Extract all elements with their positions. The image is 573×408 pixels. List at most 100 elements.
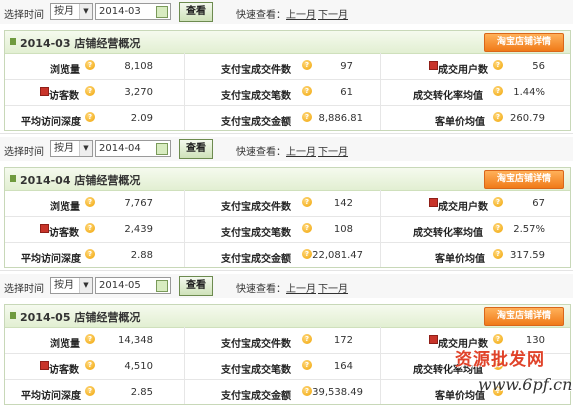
filter-bar: 选择时间 按月 ▼ 2014-03 查看 快速查看： 上一月 下一月 [0, 0, 573, 24]
month-date-input[interactable]: 2014-03 [95, 3, 171, 20]
metrics-row: 浏览量 ? 8,108 支付宝成交件数 ? 97 成交用户数 ? 56 [5, 54, 570, 80]
calendar-icon[interactable] [156, 6, 168, 18]
period-select[interactable]: 按月 ▼ [50, 140, 93, 157]
next-month-link[interactable]: 下一月 [318, 6, 348, 21]
period-select[interactable]: 按月 ▼ [50, 3, 93, 20]
chevron-down-icon[interactable]: ▼ [79, 278, 92, 293]
avg-order-value-value: 260.79 [510, 113, 545, 124]
avg-depth-label: 平均访问深度 [21, 254, 81, 265]
calendar-icon[interactable] [156, 143, 168, 155]
period-select-value: 按月 [54, 143, 74, 154]
paid-items-value: 142 [333, 198, 353, 209]
help-icon[interactable]: ? [85, 86, 95, 96]
visitors-value: 3,270 [124, 87, 153, 98]
chevron-down-icon[interactable]: ▼ [79, 141, 92, 156]
calendar-icon[interactable] [156, 280, 168, 292]
views-label: 浏览量 [50, 65, 80, 76]
help-icon[interactable]: ? [85, 334, 95, 344]
help-icon[interactable]: ? [493, 197, 503, 207]
help-icon[interactable]: ? [85, 249, 95, 259]
metrics-row: 访客数 ? 3,270 支付宝成交笔数 ? 61 成交转化率均值 ? 1.44% [5, 80, 570, 106]
visitors-value: 2,439 [124, 224, 153, 235]
avg-depth-label: 平均访问深度 [21, 117, 81, 128]
paid-orders-value: 164 [333, 361, 353, 372]
conversion-rate-value: 2.57% [513, 224, 545, 235]
conversion-rate-label: 成交转化率均值 [413, 91, 483, 102]
panel-title: 2014-05 店铺经营概况 [20, 311, 141, 324]
help-icon[interactable]: ? [85, 197, 95, 207]
month-section: 选择时间 按月 ▼ 2014-03 查看 快速查看： 上一月 下一月 2014-… [0, 0, 573, 134]
avg-order-value-value: 317.59 [510, 250, 545, 261]
buyers-value: 67 [532, 198, 545, 209]
paid-amount-value: 8,886.81 [318, 113, 363, 124]
month-date-value: 2014-05 [99, 280, 141, 291]
prev-month-link[interactable]: 上一月 [286, 143, 316, 158]
quick-view-label: 快速查看： [236, 10, 286, 21]
bullet-icon [10, 175, 16, 182]
metrics-row: 浏览量 ? 7,767 支付宝成交件数 ? 142 成交用户数 ? 67 [5, 191, 570, 217]
prev-month-link[interactable]: 上一月 [286, 6, 316, 21]
panel-header: 2014-03 店铺经营概况 淘宝店铺详情 [5, 31, 570, 54]
paid-amount-label: 支付宝成交金额 [221, 391, 291, 402]
views-label: 浏览量 [50, 339, 80, 350]
conversion-rate-value: 1.44% [513, 87, 545, 98]
bullet-icon [10, 38, 16, 45]
section-divider [0, 133, 573, 134]
avg-order-value-label: 客单价均值 [435, 254, 485, 265]
next-month-link[interactable]: 下一月 [318, 280, 348, 295]
paid-items-value: 172 [333, 335, 353, 346]
paid-items-label: 支付宝成交件数 [221, 339, 291, 350]
visitors-label: 访客数 [49, 228, 79, 239]
alert-icon [40, 87, 49, 96]
paid-amount-label: 支付宝成交金额 [221, 254, 291, 265]
filter-bar: 选择时间 按月 ▼ 2014-04 查看 快速查看： 上一月 下一月 [0, 137, 573, 161]
metrics-row: 平均访问深度 ? 2.09 支付宝成交金额 ? 8,886.81 客单价均值 ?… [5, 106, 570, 130]
period-select[interactable]: 按月 ▼ [50, 277, 93, 294]
alert-icon [40, 361, 49, 370]
paid-amount-label: 支付宝成交金额 [221, 117, 291, 128]
chevron-down-icon[interactable]: ▼ [79, 4, 92, 19]
quick-view-label: 快速查看： [236, 147, 286, 158]
bullet-icon [10, 312, 16, 319]
help-icon[interactable]: ? [493, 60, 503, 70]
help-icon[interactable]: ? [493, 334, 503, 344]
visitors-label: 访客数 [49, 365, 79, 376]
views-value: 14,348 [118, 335, 153, 346]
section-divider [0, 270, 573, 271]
help-icon[interactable]: ? [85, 360, 95, 370]
shop-detail-button[interactable]: 淘宝店铺详情 [484, 307, 564, 326]
buyers-value: 56 [532, 61, 545, 72]
month-date-input[interactable]: 2014-04 [95, 140, 171, 157]
query-button[interactable]: 查看 [179, 276, 213, 296]
help-icon[interactable]: ? [493, 249, 503, 259]
query-button[interactable]: 查看 [179, 139, 213, 159]
help-icon[interactable]: ? [85, 386, 95, 396]
help-icon[interactable]: ? [85, 60, 95, 70]
help-icon[interactable]: ? [85, 112, 95, 122]
paid-amount-value: 39,538.49 [312, 387, 363, 398]
views-value: 7,767 [124, 198, 153, 209]
panel-title: 2014-03 店铺经营概况 [20, 37, 141, 50]
help-icon[interactable]: ? [493, 86, 503, 96]
avg-depth-value: 2.85 [130, 387, 153, 398]
avg-depth-value: 2.09 [130, 113, 153, 124]
month-section: 选择时间 按月 ▼ 2014-04 查看 快速查看： 上一月 下一月 2014-… [0, 137, 573, 271]
quick-view-label: 快速查看： [236, 284, 286, 295]
alert-icon [40, 224, 49, 233]
help-icon[interactable]: ? [493, 112, 503, 122]
shop-detail-button[interactable]: 淘宝店铺详情 [484, 170, 564, 189]
query-button[interactable]: 查看 [179, 2, 213, 22]
views-label: 浏览量 [50, 202, 80, 213]
select-time-label: 选择时间 [4, 147, 44, 158]
month-date-input[interactable]: 2014-05 [95, 277, 171, 294]
paid-items-value: 97 [340, 61, 353, 72]
overview-panel: 2014-04 店铺经营概况 淘宝店铺详情 浏览量 ? 7,767 支付宝成交件… [4, 167, 571, 268]
shop-detail-button[interactable]: 淘宝店铺详情 [484, 33, 564, 52]
panel-header: 2014-04 店铺经营概况 淘宝店铺详情 [5, 168, 570, 191]
help-icon[interactable]: ? [85, 223, 95, 233]
help-icon[interactable]: ? [493, 223, 503, 233]
next-month-link[interactable]: 下一月 [318, 143, 348, 158]
paid-orders-label: 支付宝成交笔数 [221, 91, 291, 102]
overview-panel: 2014-03 店铺经营概况 淘宝店铺详情 浏览量 ? 8,108 支付宝成交件… [4, 30, 571, 131]
prev-month-link[interactable]: 上一月 [286, 280, 316, 295]
